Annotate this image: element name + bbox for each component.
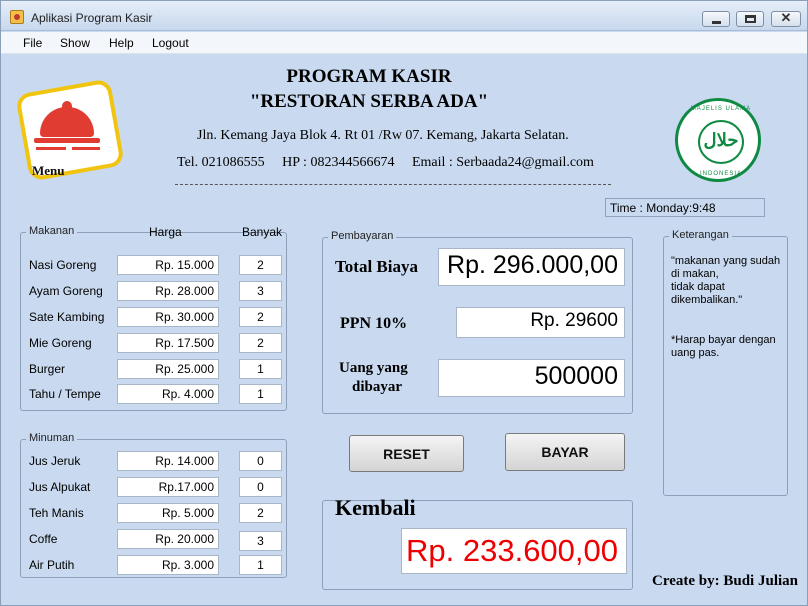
halal-mark: حلال <box>703 130 739 150</box>
halal-seal-icon: MAJELIS ULAMA حلال INDONESIA <box>675 98 761 182</box>
drink-price-field[interactable]: Rp. 20.000 <box>117 529 219 549</box>
drink-price-field[interactable]: Rp. 3.000 <box>117 555 219 575</box>
note-line: *Harap bayar dengan <box>671 334 776 346</box>
halal-bottom-text: INDONESIA <box>699 171 742 177</box>
note-exact-payment: *Harap bayar dengan uang pas. <box>671 334 781 360</box>
logo-label: Menu <box>32 163 65 178</box>
restaurant-name: "RESTORAN SERBA ADA" <box>249 91 489 112</box>
maximize-button[interactable] <box>736 11 764 27</box>
note-line: tidak dapat <box>671 281 725 293</box>
price-column-header: Harga <box>149 225 182 239</box>
drink-price-field[interactable]: Rp. 5.000 <box>117 503 219 523</box>
plate-icon <box>34 138 100 143</box>
address-text: Jln. Kemang Jaya Blok 4. Rt 01 /Rw 07. K… <box>197 128 569 143</box>
food-price-field[interactable]: Rp. 17.500 <box>117 333 219 353</box>
paid-label-line1: Uang yang <box>339 360 408 376</box>
qty-column-header: Banyak <box>242 225 283 239</box>
note-non-refundable: "makanan yang sudah di makan, tidak dapa… <box>671 255 781 307</box>
drink-qty-field[interactable]: 3 <box>239 531 282 551</box>
food-qty-field[interactable]: 2 <box>239 255 282 275</box>
drink-price-field[interactable]: Rp.17.000 <box>117 477 219 497</box>
drink-qty-field[interactable]: 0 <box>239 477 282 497</box>
food-qty-field[interactable]: 1 <box>239 359 282 379</box>
change-field[interactable]: Rp. 233.600,00 <box>401 528 627 574</box>
food-price-field[interactable]: Rp. 28.000 <box>117 281 219 301</box>
time-display: Time : Monday:9:48 <box>605 198 765 217</box>
food-qty-field[interactable]: 2 <box>239 307 282 327</box>
drink-price-field[interactable]: Rp. 14.000 <box>117 451 219 471</box>
food-name: Mie Goreng <box>29 336 92 350</box>
menu-file[interactable]: File <box>23 36 42 50</box>
drink-name: Jus Alpukat <box>29 480 91 494</box>
food-name: Nasi Goreng <box>29 258 97 272</box>
food-name: Sate Kambing <box>29 310 105 324</box>
contact-text: Tel. 021086555 HP : 082344566674 Email :… <box>177 155 594 170</box>
note-line: di makan, <box>671 268 719 280</box>
halal-top-text: MAJELIS ULAMA <box>690 106 752 112</box>
drink-name: Teh Manis <box>29 506 84 520</box>
food-price-field[interactable]: Rp. 4.000 <box>117 384 219 404</box>
pembayaran-legend: Pembayaran <box>328 230 397 242</box>
creator-credit: Create by: Budi Julian <box>652 573 798 589</box>
food-name: Tahu / Tempe <box>29 387 101 401</box>
header-divider <box>175 184 611 185</box>
food-qty-field[interactable]: 3 <box>239 281 282 301</box>
minuman-legend: Minuman <box>26 432 78 444</box>
food-qty-field[interactable]: 1 <box>239 384 282 404</box>
close-button[interactable]: ✕ <box>771 10 801 27</box>
minimize-icon <box>712 21 721 24</box>
total-field[interactable]: Rp. 296.000,00 <box>438 248 625 286</box>
app-icon <box>10 10 24 24</box>
ppn-label: PPN 10% <box>340 315 408 332</box>
food-price-field[interactable]: Rp. 25.000 <box>117 359 219 379</box>
drink-name: Coffe <box>29 532 58 546</box>
drink-name: Jus Jeruk <box>29 454 81 468</box>
menu-bar: File Show Help Logout <box>1 32 807 54</box>
drink-qty-field[interactable]: 2 <box>239 503 282 523</box>
food-price-field[interactable]: Rp. 30.000 <box>117 307 219 327</box>
bayar-button[interactable]: BAYAR <box>505 433 625 471</box>
food-name: Burger <box>29 362 66 376</box>
knife-icon <box>72 147 100 150</box>
menu-help[interactable]: Help <box>109 36 134 50</box>
close-icon: ✕ <box>780 10 792 25</box>
food-qty-field[interactable]: 2 <box>239 333 282 353</box>
ppn-field[interactable]: Rp. 29600 <box>456 307 625 338</box>
note-line: uang pas. <box>671 347 720 359</box>
maximize-icon <box>745 15 756 23</box>
change-label: Kembali <box>335 495 416 520</box>
halal-mui-logo: MAJELIS ULAMA حلال INDONESIA <box>673 98 765 184</box>
menu-logout[interactable]: Logout <box>152 36 189 50</box>
fork-icon <box>36 147 66 150</box>
drink-qty-field[interactable]: 1 <box>239 555 282 575</box>
food-price-field[interactable]: Rp. 15.000 <box>117 255 219 275</box>
food-name: Ayam Goreng <box>29 284 103 298</box>
paid-label-line2: dibayar <box>352 379 403 395</box>
app-window: Aplikasi Program Kasir ✕ File Show Help … <box>0 0 808 606</box>
drink-qty-field[interactable]: 0 <box>239 451 282 471</box>
window-title: Aplikasi Program Kasir <box>31 11 153 25</box>
keterangan-legend: Keterangan <box>669 229 732 241</box>
page-title: PROGRAM KASIR <box>286 66 452 87</box>
makanan-legend: Makanan <box>26 225 78 237</box>
minimize-button[interactable] <box>702 11 730 27</box>
paid-field[interactable]: 500000 <box>438 359 625 397</box>
title-bar[interactable]: Aplikasi Program Kasir ✕ <box>1 1 807 31</box>
note-line: dikembalikan." <box>671 294 743 306</box>
reset-button[interactable]: RESET <box>349 435 464 472</box>
drink-name: Air Putih <box>29 558 75 572</box>
total-label: Total Biaya <box>335 257 418 276</box>
menu-show[interactable]: Show <box>60 36 90 50</box>
note-line: "makanan yang sudah <box>671 255 781 267</box>
